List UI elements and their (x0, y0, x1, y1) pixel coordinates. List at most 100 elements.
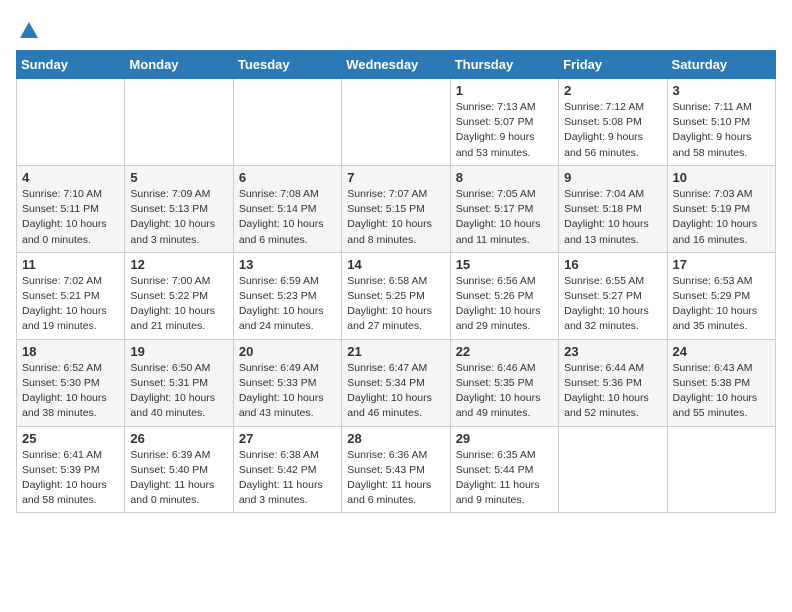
day-info: Sunrise: 6:52 AMSunset: 5:30 PMDaylight:… (22, 361, 119, 422)
calendar-cell (233, 79, 341, 166)
calendar-cell: 12 Sunrise: 7:00 AMSunset: 5:22 PMDayligh… (125, 252, 233, 339)
calendar-cell: 22 Sunrise: 6:46 AMSunset: 5:35 PMDayligh… (450, 339, 558, 426)
day-info: Sunrise: 7:10 AMSunset: 5:11 PMDaylight:… (22, 187, 119, 248)
calendar-week-row: 4 Sunrise: 7:10 AMSunset: 5:11 PMDaylight… (17, 165, 776, 252)
calendar-cell (125, 79, 233, 166)
calendar-cell: 8Sunrise: 7:05 AMSunset: 5:17 PMDaylight… (450, 165, 558, 252)
day-info: Sunrise: 6:35 AMSunset: 5:44 PMDaylight:… (456, 448, 553, 509)
logo-text (16, 20, 40, 42)
day-number: 29 (456, 431, 553, 446)
calendar-cell: 28 Sunrise: 6:36 AMSunset: 5:43 PMDayligh… (342, 426, 450, 513)
day-number: 24 (673, 344, 770, 359)
calendar-body: 1Sunrise: 7:13 AMSunset: 5:07 PMDaylight… (17, 79, 776, 513)
day-number: 7 (347, 170, 444, 185)
day-number: 18 (22, 344, 119, 359)
logo (16, 20, 40, 42)
day-info: Sunrise: 6:47 AMSunset: 5:34 PMDaylight:… (347, 361, 444, 422)
day-info: Sunrise: 6:43 AMSunset: 5:38 PMDaylight:… (673, 361, 770, 422)
day-info: Sunrise: 7:08 AMSunset: 5:14 PMDaylight:… (239, 187, 336, 248)
day-number: 27 (239, 431, 336, 446)
weekday-header: Thursday (450, 51, 558, 79)
calendar-week-row: 1Sunrise: 7:13 AMSunset: 5:07 PMDaylight… (17, 79, 776, 166)
day-info: Sunrise: 6:44 AMSunset: 5:36 PMDaylight:… (564, 361, 661, 422)
day-number: 1 (456, 83, 553, 98)
weekday-header: Sunday (17, 51, 125, 79)
calendar-cell: 17Sunrise: 6:53 AMSunset: 5:29 PMDayligh… (667, 252, 775, 339)
calendar-cell: 21 Sunrise: 6:47 AMSunset: 5:34 PMDayligh… (342, 339, 450, 426)
day-number: 28 (347, 431, 444, 446)
weekday-header: Friday (559, 51, 667, 79)
weekday-header: Wednesday (342, 51, 450, 79)
day-number: 11 (22, 257, 119, 272)
calendar-cell: 10 Sunrise: 7:03 AMSunset: 5:19 PMDayligh… (667, 165, 775, 252)
day-number: 13 (239, 257, 336, 272)
calendar-cell: 2 Sunrise: 7:12 AMSunset: 5:08 PMDaylight… (559, 79, 667, 166)
calendar-cell (342, 79, 450, 166)
day-info: Sunrise: 6:46 AMSunset: 5:35 PMDaylight:… (456, 361, 553, 422)
calendar-cell (17, 79, 125, 166)
calendar-cell: 6Sunrise: 7:08 AMSunset: 5:14 PMDaylight… (233, 165, 341, 252)
weekday-header: Tuesday (233, 51, 341, 79)
day-number: 14 (347, 257, 444, 272)
calendar-cell: 18 Sunrise: 6:52 AMSunset: 5:30 PMDayligh… (17, 339, 125, 426)
day-info: Sunrise: 6:41 AMSunset: 5:39 PMDaylight:… (22, 448, 119, 509)
day-info: Sunrise: 6:55 AMSunset: 5:27 PMDaylight:… (564, 274, 661, 335)
day-info: Sunrise: 7:02 AMSunset: 5:21 PMDaylight:… (22, 274, 119, 335)
day-number: 15 (456, 257, 553, 272)
day-info: Sunrise: 7:12 AMSunset: 5:08 PMDaylight:… (564, 100, 661, 161)
weekday-header: Saturday (667, 51, 775, 79)
day-number: 19 (130, 344, 227, 359)
day-number: 8 (456, 170, 553, 185)
day-info: Sunrise: 6:49 AMSunset: 5:33 PMDaylight:… (239, 361, 336, 422)
day-number: 21 (347, 344, 444, 359)
day-info: Sunrise: 7:00 AMSunset: 5:22 PMDaylight:… (130, 274, 227, 335)
day-number: 22 (456, 344, 553, 359)
day-info: Sunrise: 6:58 AMSunset: 5:25 PMDaylight:… (347, 274, 444, 335)
logo-general (16, 20, 40, 42)
day-number: 25 (22, 431, 119, 446)
day-info: Sunrise: 7:09 AMSunset: 5:13 PMDaylight:… (130, 187, 227, 248)
day-number: 3 (673, 83, 770, 98)
calendar-cell: 13 Sunrise: 6:59 AMSunset: 5:23 PMDayligh… (233, 252, 341, 339)
day-info: Sunrise: 6:36 AMSunset: 5:43 PMDaylight:… (347, 448, 444, 509)
calendar-cell: 23 Sunrise: 6:44 AMSunset: 5:36 PMDayligh… (559, 339, 667, 426)
day-number: 4 (22, 170, 119, 185)
calendar-header-row: SundayMondayTuesdayWednesdayThursdayFrid… (17, 51, 776, 79)
day-info: Sunrise: 6:39 AMSunset: 5:40 PMDaylight:… (130, 448, 227, 509)
calendar-cell: 24 Sunrise: 6:43 AMSunset: 5:38 PMDayligh… (667, 339, 775, 426)
day-info: Sunrise: 6:59 AMSunset: 5:23 PMDaylight:… (239, 274, 336, 335)
calendar-cell: 16 Sunrise: 6:55 AMSunset: 5:27 PMDayligh… (559, 252, 667, 339)
day-number: 2 (564, 83, 661, 98)
day-number: 20 (239, 344, 336, 359)
day-number: 12 (130, 257, 227, 272)
day-info: Sunrise: 6:56 AMSunset: 5:26 PMDaylight:… (456, 274, 553, 335)
calendar-cell: 29 Sunrise: 6:35 AMSunset: 5:44 PMDayligh… (450, 426, 558, 513)
calendar-cell: 14 Sunrise: 6:58 AMSunset: 5:25 PMDayligh… (342, 252, 450, 339)
day-info: Sunrise: 7:03 AMSunset: 5:19 PMDaylight:… (673, 187, 770, 248)
calendar-week-row: 25 Sunrise: 6:41 AMSunset: 5:39 PMDayligh… (17, 426, 776, 513)
calendar-cell: 25 Sunrise: 6:41 AMSunset: 5:39 PMDayligh… (17, 426, 125, 513)
day-info: Sunrise: 7:04 AMSunset: 5:18 PMDaylight:… (564, 187, 661, 248)
day-number: 5 (130, 170, 227, 185)
day-number: 26 (130, 431, 227, 446)
day-number: 23 (564, 344, 661, 359)
calendar-cell: 1Sunrise: 7:13 AMSunset: 5:07 PMDaylight… (450, 79, 558, 166)
calendar-table: SundayMondayTuesdayWednesdayThursdayFrid… (16, 50, 776, 513)
day-info: Sunrise: 6:38 AMSunset: 5:42 PMDaylight:… (239, 448, 336, 509)
logo-icon (18, 20, 40, 42)
day-number: 16 (564, 257, 661, 272)
calendar-cell: 11 Sunrise: 7:02 AMSunset: 5:21 PMDayligh… (17, 252, 125, 339)
calendar-cell (667, 426, 775, 513)
weekday-header: Monday (125, 51, 233, 79)
calendar-cell: 15 Sunrise: 6:56 AMSunset: 5:26 PMDayligh… (450, 252, 558, 339)
day-number: 9 (564, 170, 661, 185)
calendar-cell: 9 Sunrise: 7:04 AMSunset: 5:18 PMDaylight… (559, 165, 667, 252)
calendar-cell: 3Sunrise: 7:11 AMSunset: 5:10 PMDaylight… (667, 79, 775, 166)
calendar-cell: 20 Sunrise: 6:49 AMSunset: 5:33 PMDayligh… (233, 339, 341, 426)
calendar-cell: 27 Sunrise: 6:38 AMSunset: 5:42 PMDayligh… (233, 426, 341, 513)
page-header (16, 16, 776, 42)
calendar-cell: 5 Sunrise: 7:09 AMSunset: 5:13 PMDaylight… (125, 165, 233, 252)
calendar-week-row: 11 Sunrise: 7:02 AMSunset: 5:21 PMDayligh… (17, 252, 776, 339)
day-number: 10 (673, 170, 770, 185)
calendar-cell: 19Sunrise: 6:50 AMSunset: 5:31 PMDayligh… (125, 339, 233, 426)
